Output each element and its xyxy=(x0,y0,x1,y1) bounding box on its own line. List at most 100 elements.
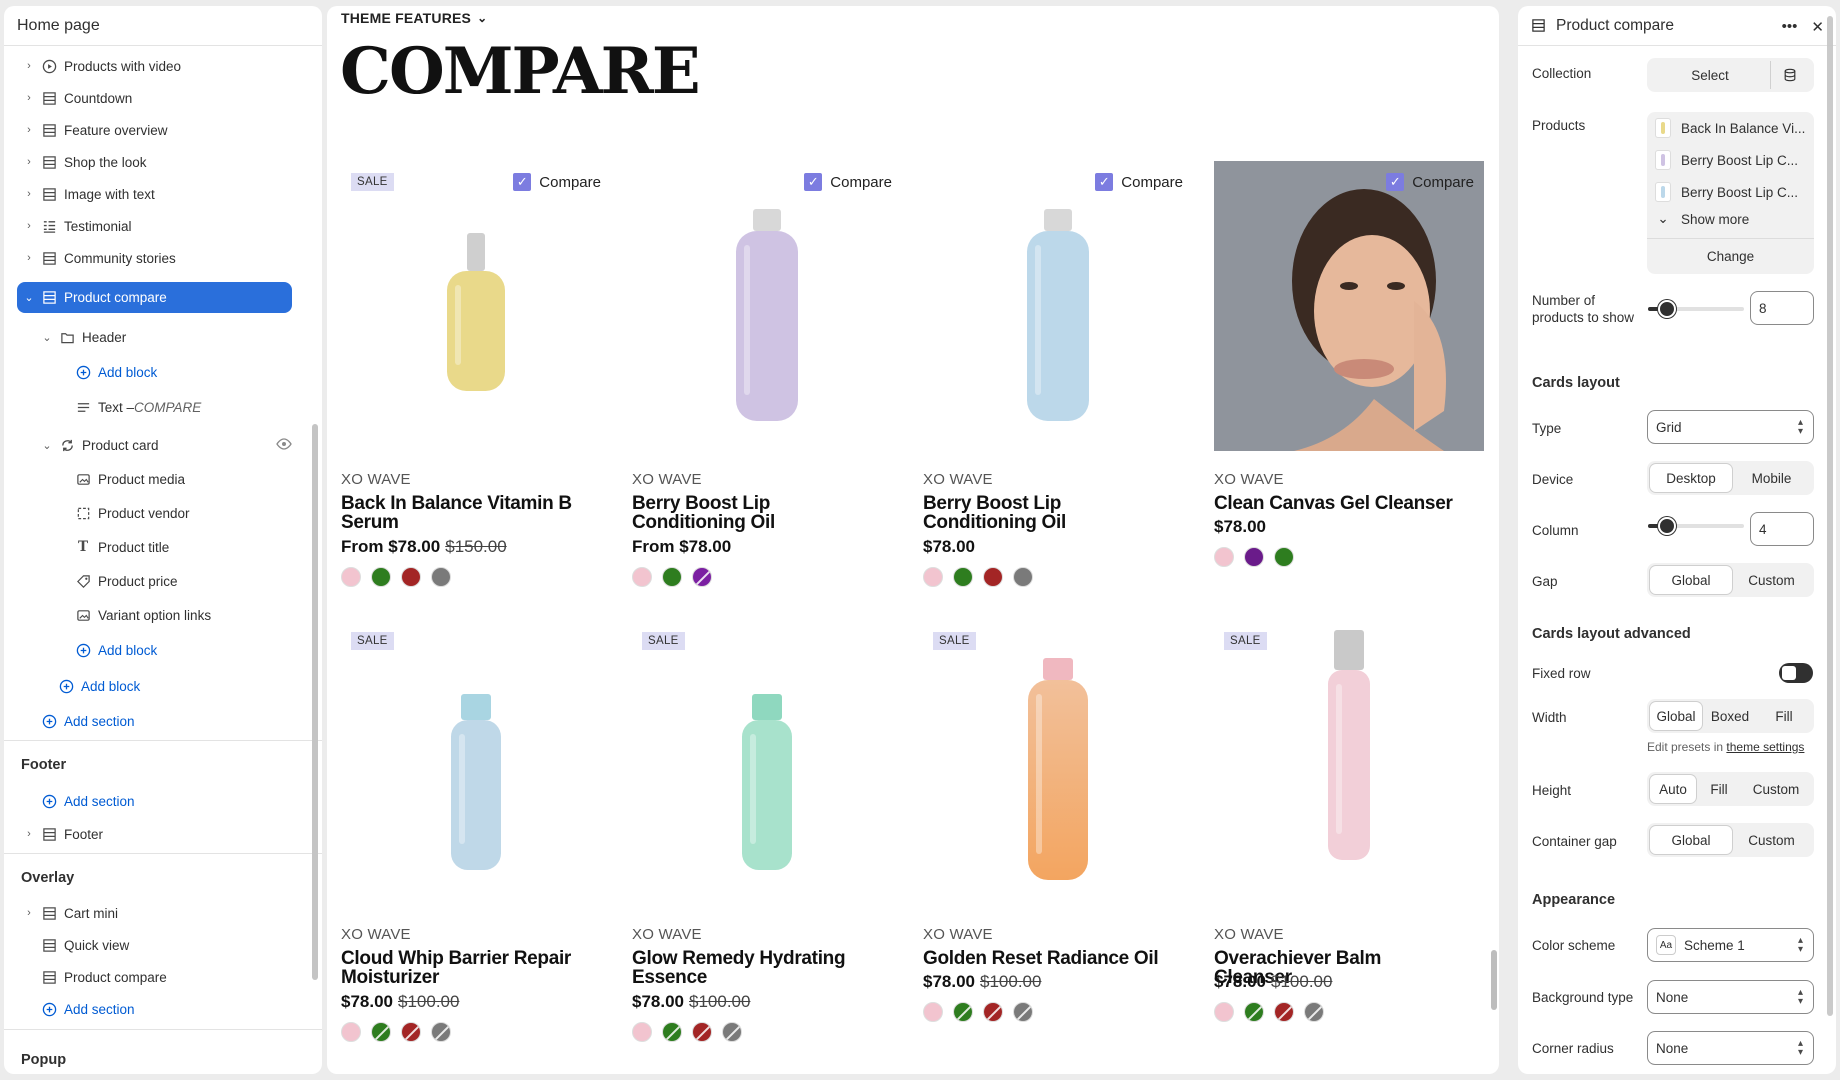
product-title[interactable]: Cloud Whip Barrier Repair Moisturizer xyxy=(341,949,581,987)
product-title[interactable]: Berry Boost Lip Conditioning Oil xyxy=(632,494,872,532)
product-media[interactable] xyxy=(341,620,611,910)
color-swatch[interactable] xyxy=(692,567,712,587)
color-swatch[interactable] xyxy=(401,1022,421,1042)
color-swatch[interactable] xyxy=(722,1022,742,1042)
color-swatch[interactable] xyxy=(632,1022,652,1042)
column-input[interactable]: 4 xyxy=(1750,512,1814,546)
product-card[interactable]: SALE XO WAVE Glow Remedy Hydrating Essence… xyxy=(632,620,902,1050)
tree-item-variant-option-links[interactable]: Variant option links xyxy=(74,602,211,628)
color-swatch[interactable] xyxy=(1304,1002,1324,1022)
chevron-down-icon[interactable]: ⌄ xyxy=(22,291,36,305)
color-swatch[interactable] xyxy=(1244,1002,1264,1022)
chevron-right-icon[interactable]: › xyxy=(22,155,36,169)
checkbox-checked-icon[interactable]: ✓ xyxy=(513,173,532,191)
color-swatch[interactable] xyxy=(923,567,943,587)
product-media[interactable] xyxy=(923,161,1193,451)
tree-item-product-price[interactable]: Product price xyxy=(74,568,178,594)
color-swatch[interactable] xyxy=(431,567,451,587)
height-fill-option[interactable]: Fill xyxy=(1696,775,1742,803)
tree-item-product-compare-overlay[interactable]: Product compare xyxy=(36,964,167,990)
color-swatch[interactable] xyxy=(953,567,973,587)
tree-item-product-title[interactable]: T Product title xyxy=(74,534,169,560)
add-section-button[interactable]: Add section xyxy=(40,788,135,814)
type-select[interactable]: Grid ▴ ▾ xyxy=(1647,410,1814,444)
chevron-right-icon[interactable]: › xyxy=(22,906,36,920)
select-button[interactable]: Select xyxy=(1650,61,1770,89)
column-slider[interactable] xyxy=(1648,517,1744,535)
compare-checkbox[interactable]: ✓ Compare xyxy=(513,173,601,191)
chevron-right-icon[interactable]: › xyxy=(22,123,36,137)
checkbox-checked-icon[interactable]: ✓ xyxy=(1095,173,1114,191)
chevron-right-icon[interactable]: › xyxy=(22,827,36,841)
width-boxed-option[interactable]: Boxed xyxy=(1702,702,1758,730)
close-icon[interactable]: ✕ xyxy=(1811,18,1824,36)
product-media[interactable] xyxy=(632,620,902,910)
color-swatch[interactable] xyxy=(662,567,682,587)
chevron-right-icon[interactable]: › xyxy=(22,219,36,233)
product-title[interactable]: Glow Remedy Hydrating Essence xyxy=(632,949,872,987)
container-gap-global-option[interactable]: Global xyxy=(1650,826,1732,854)
scrollbar[interactable] xyxy=(1827,16,1833,1016)
device-mobile-option[interactable]: Mobile xyxy=(1732,464,1811,492)
tree-item-countdown[interactable]: › Countdown xyxy=(22,85,132,111)
color-swatch[interactable] xyxy=(431,1022,451,1042)
height-auto-option[interactable]: Auto xyxy=(1650,775,1696,803)
product-media[interactable] xyxy=(1214,620,1484,910)
tree-item-feature-overview[interactable]: › Feature overview xyxy=(22,117,167,143)
tree-item-products-with-video[interactable]: › Products with video xyxy=(22,53,181,79)
width-fill-option[interactable]: Fill xyxy=(1758,702,1810,730)
tree-item-product-vendor[interactable]: Product vendor xyxy=(74,500,190,526)
color-swatch[interactable] xyxy=(1013,1002,1033,1022)
tree-item-footer[interactable]: › Footer xyxy=(22,821,103,847)
tree-item-community-stories[interactable]: › Community stories xyxy=(22,245,176,271)
tree-item-product-compare[interactable]: ⌄ Product compare xyxy=(17,282,292,313)
color-swatch[interactable] xyxy=(341,567,361,587)
eye-icon[interactable] xyxy=(276,436,292,455)
product-title[interactable]: Berry Boost Lip Conditioning Oil xyxy=(923,494,1163,532)
device-desktop-option[interactable]: Desktop xyxy=(1650,464,1732,492)
corner-radius-select[interactable]: None ▴ ▾ xyxy=(1647,1031,1814,1065)
product-card[interactable]: SALE XO WAVE Golden Reset Radiance Oil $78.… xyxy=(923,620,1193,1050)
tree-item-quick-view[interactable]: Quick view xyxy=(36,932,129,958)
checkbox-checked-icon[interactable]: ✓ xyxy=(804,173,823,191)
theme-features-menu[interactable]: THEME FEATURES ⌄ xyxy=(341,10,487,26)
color-swatch[interactable] xyxy=(1274,1002,1294,1022)
product-list-item[interactable]: Back In Balance Vi... xyxy=(1655,118,1805,138)
compare-checkbox[interactable]: ✓ Compare xyxy=(1386,173,1474,191)
gap-global-option[interactable]: Global xyxy=(1650,566,1732,594)
color-swatch[interactable] xyxy=(923,1002,943,1022)
width-global-option[interactable]: Global xyxy=(1650,702,1702,730)
chevron-down-icon[interactable]: ⌄ xyxy=(40,330,54,344)
show-more-button[interactable]: ⌄ Show more xyxy=(1655,211,1749,227)
color-swatch[interactable] xyxy=(632,567,652,587)
add-block-button[interactable]: Add block xyxy=(57,673,140,699)
product-media[interactable] xyxy=(1214,161,1484,451)
color-swatch[interactable] xyxy=(1013,567,1033,587)
product-card[interactable]: ✓ Compare XO WAVE Clean Canvas Gel Cleanser… xyxy=(1214,161,1484,591)
color-swatch[interactable] xyxy=(662,1022,682,1042)
product-card[interactable]: SALE XO WAVE Cloud Whip Barrier Repair Moi… xyxy=(341,620,611,1050)
add-block-button[interactable]: Add block xyxy=(74,359,157,385)
container-gap-custom-option[interactable]: Custom xyxy=(1732,826,1811,854)
add-block-button[interactable]: Add block xyxy=(74,637,157,663)
height-custom-option[interactable]: Custom xyxy=(1742,775,1810,803)
tree-item-text-compare[interactable]: Text – COMPARE xyxy=(74,394,201,420)
color-swatch[interactable] xyxy=(692,1022,712,1042)
product-card[interactable]: ✓ Compare XO WAVE Berry Boost Lip Condition… xyxy=(923,161,1193,591)
background-type-select[interactable]: None ▴ ▾ xyxy=(1647,980,1814,1014)
color-swatch[interactable] xyxy=(371,567,391,587)
tree-item-testimonial[interactable]: › Testimonial xyxy=(22,213,131,239)
product-card[interactable]: ✓ Compare XO WAVE Berry Boost Lip Condition… xyxy=(632,161,902,591)
gap-custom-option[interactable]: Custom xyxy=(1732,566,1811,594)
scrollbar[interactable] xyxy=(312,424,318,980)
product-media[interactable] xyxy=(632,161,902,451)
theme-settings-link[interactable]: theme settings xyxy=(1726,740,1804,754)
product-list-item[interactable]: Berry Boost Lip C... xyxy=(1655,182,1798,202)
tree-item-product-media[interactable]: Product media xyxy=(74,466,185,492)
tree-item-image-with-text[interactable]: › Image with text xyxy=(22,181,155,207)
compare-checkbox[interactable]: ✓ Compare xyxy=(1095,173,1183,191)
tree-item-product-card[interactable]: ⌄ Product card xyxy=(40,432,292,458)
compare-checkbox[interactable]: ✓ Compare xyxy=(804,173,892,191)
chevron-right-icon[interactable]: › xyxy=(22,251,36,265)
chevron-down-icon[interactable]: ⌄ xyxy=(40,438,54,452)
